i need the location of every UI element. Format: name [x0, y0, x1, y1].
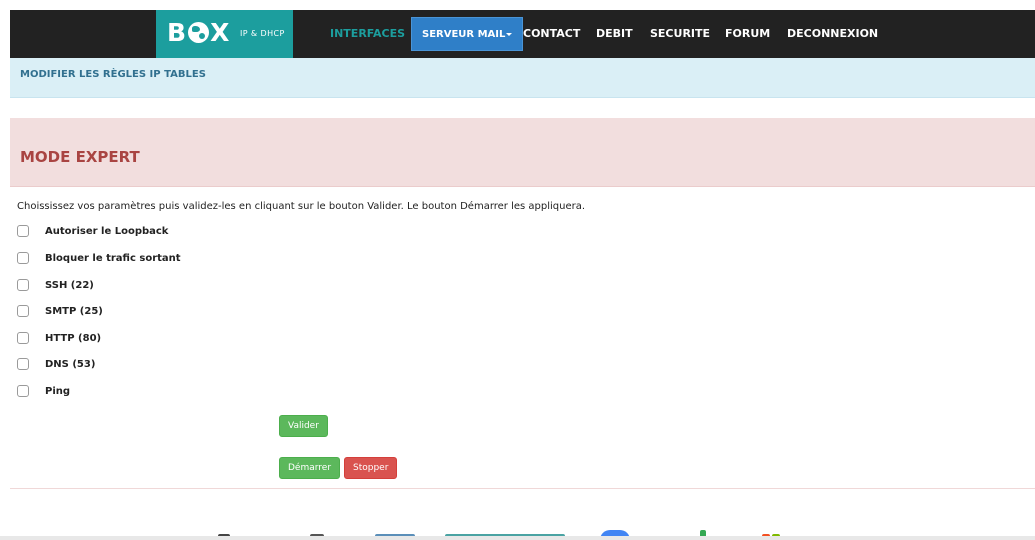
stop-button[interactable]: Stopper — [344, 457, 398, 479]
nav-securite[interactable]: SECURITE — [650, 10, 710, 58]
brand-logo[interactable]: BX IP & DHCP — [156, 10, 293, 58]
http-label: HTTP (80) — [45, 333, 102, 344]
ssh-label: SSH (22) — [45, 280, 94, 291]
panel-title: MODE EXPERT — [20, 148, 140, 166]
loopback-checkbox[interactable] — [17, 225, 29, 237]
smtp-checkbox[interactable] — [17, 305, 29, 317]
ssh-checkbox[interactable] — [17, 279, 29, 291]
nav-serveur-mail-dropdown[interactable]: SERVEUR MAIL — [411, 17, 524, 51]
globe-icon — [188, 22, 210, 43]
nav-forum[interactable]: FORUM — [725, 10, 770, 58]
nav-debit[interactable]: DEBIT — [596, 10, 633, 58]
nav-interfaces[interactable]: INTERFACES — [330, 10, 405, 58]
section-divider — [10, 488, 1035, 489]
http-checkbox[interactable] — [17, 332, 29, 344]
breadcrumb: MODIFIER LES RÈGLES IP TABLES — [10, 58, 1035, 98]
breadcrumb-title: MODIFIER LES RÈGLES IP TABLES — [20, 69, 206, 80]
mode-expert-panel: MODE EXPERT — [10, 118, 1035, 187]
horizontal-scrollbar[interactable] — [0, 536, 1035, 540]
instructions-text: Choississez vos paramètres puis validez-… — [17, 201, 586, 212]
ping-label: Ping — [45, 386, 71, 397]
nav-deconnexion[interactable]: DECONNEXION — [787, 10, 878, 58]
logo-subtitle: IP & DHCP — [240, 29, 285, 38]
ping-checkbox[interactable] — [17, 385, 29, 397]
start-button[interactable]: Démarrer — [279, 457, 341, 479]
loopback-label: Autoriser le Loopback — [45, 226, 169, 237]
block-outgoing-label: Bloquer le trafic sortant — [45, 253, 181, 264]
validate-button[interactable]: Valider — [279, 415, 328, 437]
nav-contact[interactable]: CONTACT — [523, 10, 580, 58]
logo-wordmark: BX — [167, 19, 230, 47]
logo-letter-b: B — [167, 18, 188, 47]
dns-checkbox[interactable] — [17, 358, 29, 370]
dns-label: DNS (53) — [45, 359, 96, 370]
top-navbar: BX IP & DHCP INTERFACES SERVEUR MAIL CON… — [10, 10, 1035, 58]
logo-letter-x: X — [210, 18, 231, 47]
smtp-label: SMTP (25) — [45, 306, 103, 317]
block-outgoing-checkbox[interactable] — [17, 252, 29, 264]
caret-down-icon — [506, 33, 513, 36]
nav-serveur-mail-label: SERVEUR MAIL — [422, 29, 506, 40]
